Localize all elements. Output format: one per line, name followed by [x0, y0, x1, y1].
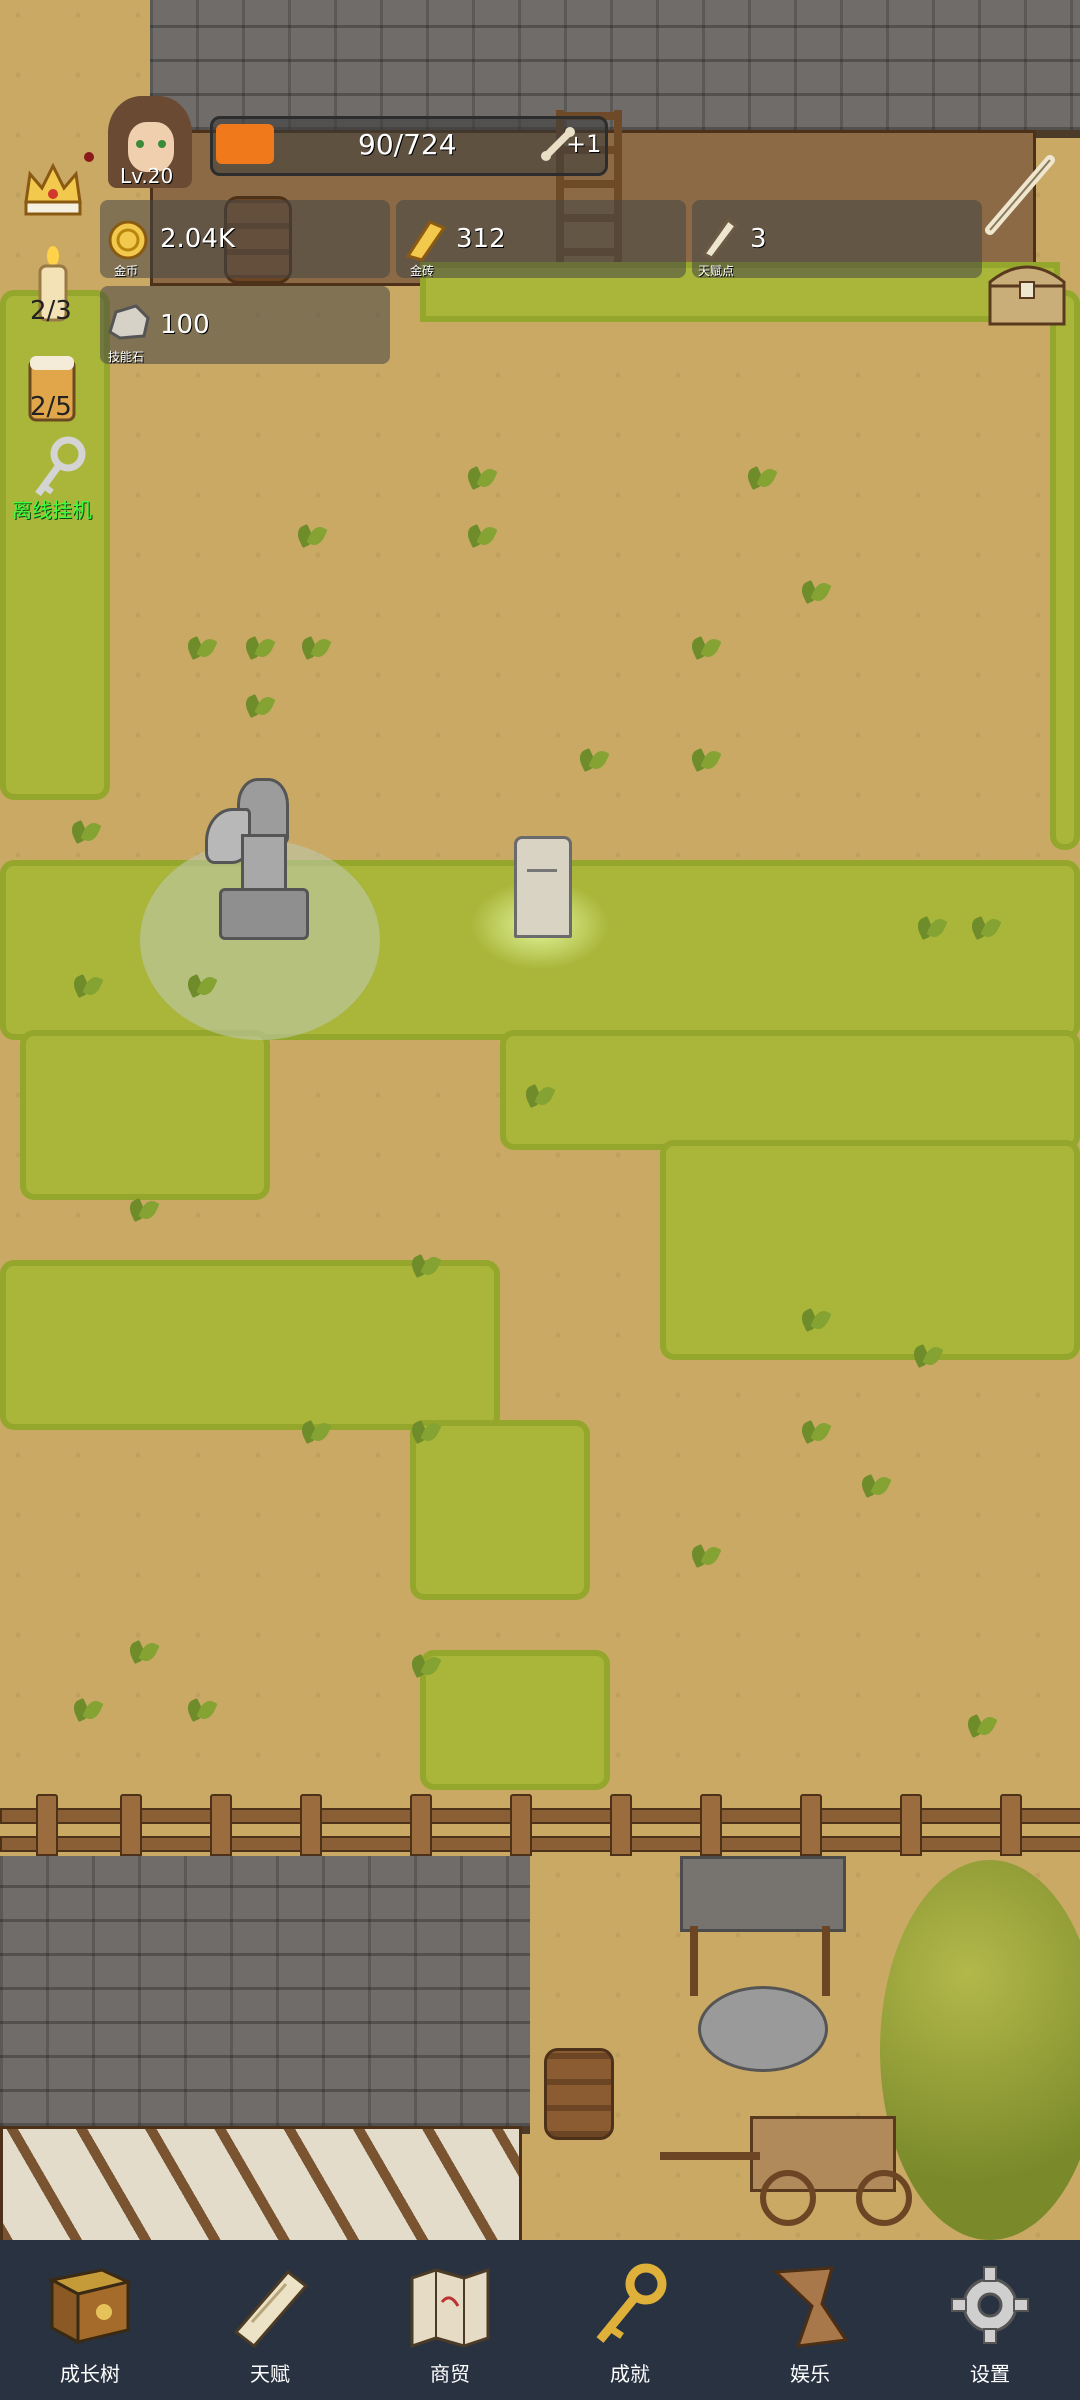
- fence-post: [300, 1794, 322, 1856]
- fence-post: [36, 1794, 58, 1856]
- fence-post: [410, 1794, 432, 1856]
- sprout: [300, 632, 330, 662]
- grass-right-block: [660, 1140, 1080, 1360]
- nav-entertainment[interactable]: 娱乐: [735, 2240, 885, 2400]
- fence-post: [800, 1794, 822, 1856]
- angel-statue[interactable]: [205, 778, 309, 948]
- beer-count: 2/5: [30, 392, 72, 422]
- grass-bottom-center: [420, 1650, 610, 1790]
- sprout: [916, 912, 946, 942]
- nav-growth-tree[interactable]: 成长树: [15, 2240, 165, 2400]
- xp-bonus: +1: [566, 130, 602, 158]
- sprout: [690, 744, 720, 774]
- sprout: [244, 690, 274, 720]
- sprout: [296, 520, 326, 550]
- sprout: [72, 1694, 102, 1724]
- fence-post: [510, 1794, 532, 1856]
- fence-post: [610, 1794, 632, 1856]
- treasure-chest-icon[interactable]: [984, 252, 1070, 330]
- cart: [660, 2110, 920, 2226]
- talent-points-label: 天赋点: [698, 264, 735, 278]
- player-level: Lv.20: [120, 164, 174, 188]
- map-icon: [410, 2267, 490, 2349]
- key-icon: [596, 2263, 667, 2343]
- sprout: [410, 1416, 440, 1446]
- barrel: [544, 2048, 614, 2140]
- tombstone[interactable]: [514, 836, 572, 938]
- talent-points-value: 3: [750, 224, 767, 254]
- grass-lower-center: [410, 1420, 590, 1600]
- sprout: [244, 632, 274, 662]
- sprout: [466, 520, 496, 550]
- sprout: [966, 1710, 996, 1740]
- nav-label: 成长树: [60, 2362, 120, 2386]
- sprout: [70, 816, 100, 846]
- gold-value: 2.04K: [160, 224, 235, 254]
- sprout: [128, 1194, 158, 1224]
- sprout: [186, 1694, 216, 1724]
- sprout: [800, 576, 830, 606]
- fence-post: [700, 1794, 722, 1856]
- grass-right-edge: [1050, 290, 1080, 850]
- nav-talent[interactable]: 天赋: [195, 2240, 345, 2400]
- nav-trade[interactable]: 商贸: [375, 2240, 525, 2400]
- bottom-house-roof: [0, 1856, 530, 2134]
- skill-stone-value: 100: [160, 310, 210, 340]
- book-icon: [47, 2268, 133, 2345]
- gold-brick-icon: [400, 216, 450, 264]
- stone-icon: [106, 302, 152, 342]
- nav-label: 设置: [970, 2362, 1010, 2386]
- sprout: [800, 1416, 830, 1446]
- xp-bar-fill: [216, 124, 274, 164]
- fence-post: [1000, 1794, 1022, 1856]
- sprout: [128, 1636, 158, 1666]
- skill-stone-label: 技能石: [108, 350, 145, 364]
- sprout: [746, 462, 776, 492]
- sprout: [466, 462, 496, 492]
- nav-settings[interactable]: 设置: [915, 2240, 1065, 2400]
- sprout: [690, 632, 720, 662]
- gold-coin-icon: [106, 218, 150, 262]
- bottom-house-wall: [0, 2126, 522, 2240]
- sprout: [72, 970, 102, 1000]
- bottom-nav: 成长树 天赋 商贸 成就 娱乐 设置: [0, 2240, 1080, 2400]
- sprout: [186, 632, 216, 662]
- nav-achievement[interactable]: 成就: [555, 2240, 705, 2400]
- grass-left-block: [20, 1030, 270, 1200]
- grass-lower-left: [0, 1260, 500, 1430]
- nav-label: 天赋: [250, 2362, 290, 2386]
- sprout: [800, 1304, 830, 1334]
- nav-label: 成就: [610, 2362, 650, 2386]
- fence-post: [210, 1794, 232, 1856]
- xp-value: 90/724: [358, 128, 457, 161]
- sprout: [410, 1650, 440, 1680]
- well[interactable]: [680, 1856, 846, 2076]
- sprout: [690, 1540, 720, 1570]
- crown-icon[interactable]: [20, 156, 86, 222]
- candle-count: 2/3: [30, 296, 72, 326]
- sprout: [410, 1250, 440, 1280]
- scroll-icon: [233, 2269, 309, 2349]
- fence-post: [120, 1794, 142, 1856]
- gold-label: 金币: [114, 264, 139, 278]
- grass-center-block: [500, 1030, 1080, 1150]
- paper-icon: [772, 2266, 849, 2348]
- nav-label: 商贸: [430, 2362, 470, 2386]
- gold-brick-label: 金砖: [410, 264, 435, 278]
- sprout: [524, 1080, 554, 1110]
- nav-label: 娱乐: [790, 2362, 830, 2386]
- sprout: [860, 1470, 890, 1500]
- sprout: [578, 744, 608, 774]
- fence-post: [900, 1794, 922, 1856]
- sprout: [970, 912, 1000, 942]
- sprout: [186, 970, 216, 1000]
- scroll-icon: [694, 212, 744, 262]
- gear-icon: [951, 2266, 1029, 2344]
- sprout: [300, 1416, 330, 1446]
- gold-brick-value: 312: [456, 224, 506, 254]
- sprout: [912, 1340, 942, 1370]
- idle-key-label: 离线挂机: [12, 498, 92, 522]
- bone-weapon-icon[interactable]: [980, 150, 1060, 240]
